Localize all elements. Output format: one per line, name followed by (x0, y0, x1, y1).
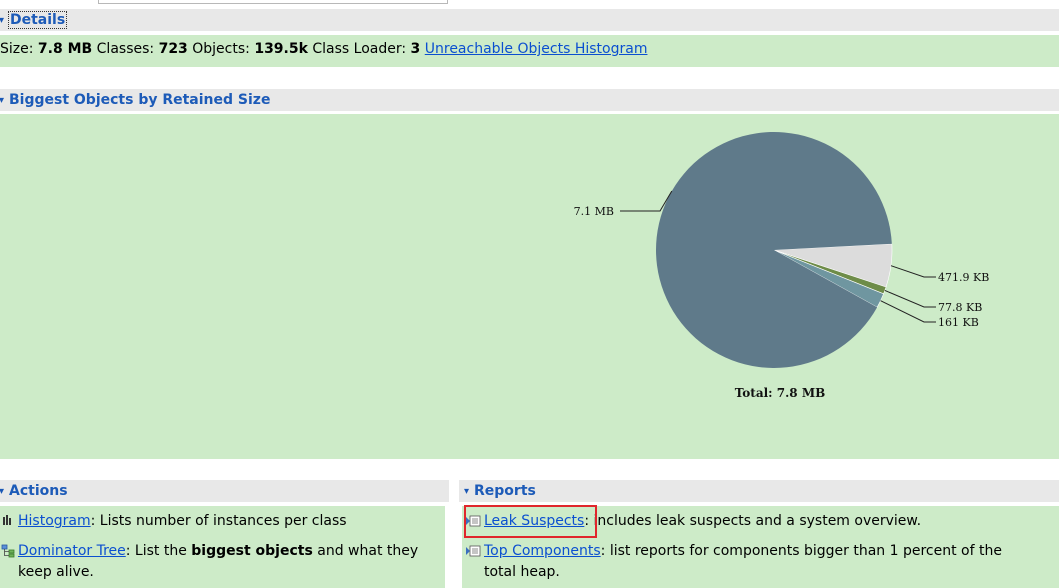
biggest-objects-title[interactable]: Biggest Objects by Retained Size (8, 92, 270, 108)
retained-size-pie-chart[interactable]: 7.1 MB 471.9 KB 77.8 KB 161 KB Total: 7.8 MB (0, 114, 1059, 459)
top-components-line2: total heap. (484, 564, 560, 580)
report-icon (466, 513, 484, 529)
dominator-tree-link[interactable]: Dominator Tree (18, 543, 126, 559)
actions-title[interactable]: Actions (8, 483, 68, 499)
details-stats: Size: 7.8 MB Classes: 723 Objects: 139.5… (0, 35, 1059, 57)
dominator-tree-desc: Dominator Tree: List the biggest objects… (18, 541, 418, 583)
dominator-tree-text-after: and what they (312, 543, 419, 559)
classes-value: 723 (158, 41, 188, 57)
class-loader-label: Class Loader: (312, 41, 407, 57)
reports-title[interactable]: Reports (473, 483, 536, 499)
collapse-arrow-icon[interactable]: ▾ (0, 486, 8, 497)
leader-line (890, 265, 936, 278)
label-77-8kb: 77.8 KB (938, 301, 982, 314)
dominator-tree-bold: biggest objects (191, 543, 313, 559)
action-item-histogram: Histogram: Lists number of instances per… (0, 511, 347, 532)
objects-value: 139.5k (254, 41, 308, 57)
biggest-objects-header[interactable]: ▾ Biggest Objects by Retained Size (0, 89, 1059, 111)
histogram-text: : Lists number of instances per class (90, 513, 347, 529)
histogram-icon (0, 513, 18, 529)
details-title[interactable]: Details (8, 11, 68, 29)
class-loader-value: 3 (410, 41, 421, 57)
details-header[interactable]: ▾ Details (0, 9, 1059, 31)
leak-suspects-link[interactable]: Leak Suspects (484, 513, 584, 529)
actions-header[interactable]: ▾ Actions (0, 480, 449, 502)
biggest-objects-body: 7.1 MB 471.9 KB 77.8 KB 161 KB Total: 7.8 MB (0, 114, 1059, 459)
label-7-1mb: 7.1 MB (574, 205, 614, 218)
collapse-arrow-icon[interactable]: ▾ (0, 95, 8, 106)
leak-suspects-text: : includes leak suspects and a system ov… (584, 513, 922, 529)
label-161kb: 161 KB (938, 316, 979, 329)
dominator-tree-icon (0, 543, 18, 559)
collapse-arrow-icon[interactable]: ▾ (464, 486, 473, 497)
dominator-tree-text: : List the (125, 543, 192, 559)
reports-header[interactable]: ▾ Reports (459, 480, 1059, 502)
label-471-9kb: 471.9 KB (938, 271, 989, 284)
top-components-text: : list reports for components bigger tha… (600, 543, 1002, 559)
actions-body: Histogram: Lists number of instances per… (0, 506, 445, 588)
size-value: 7.8 MB (37, 41, 93, 57)
objects-label: Objects: (192, 41, 250, 57)
histogram-desc: Histogram: Lists number of instances per… (18, 511, 347, 532)
leader-line (880, 300, 936, 323)
pie-total-label: Total: 7.8 MB (735, 386, 826, 400)
leak-suspects-desc: Leak Suspects: includes leak suspects an… (484, 511, 921, 532)
action-item-dominator-tree: Dominator Tree: List the biggest objects… (0, 541, 418, 583)
details-body: Size: 7.8 MB Classes: 723 Objects: 139.5… (0, 35, 1059, 67)
size-label: Size: (0, 41, 34, 57)
leader-line (884, 289, 936, 308)
report-icon (466, 543, 484, 559)
histogram-link[interactable]: Histogram (18, 513, 91, 529)
top-components-link[interactable]: Top Components (484, 543, 601, 559)
report-item-top-components: Top Components: list reports for compone… (466, 541, 1002, 583)
top-components-desc: Top Components: list reports for compone… (484, 541, 1002, 583)
classes-label: Classes: (96, 41, 155, 57)
tab-edge (98, 0, 448, 4)
dominator-tree-line2: keep alive. (18, 564, 94, 580)
reports-body: Leak Suspects: includes leak suspects an… (462, 506, 1059, 588)
collapse-arrow-icon[interactable]: ▾ (0, 15, 8, 26)
unreachable-histogram-link[interactable]: Unreachable Objects Histogram (425, 41, 648, 57)
report-item-leak-suspects: Leak Suspects: includes leak suspects an… (466, 511, 921, 532)
